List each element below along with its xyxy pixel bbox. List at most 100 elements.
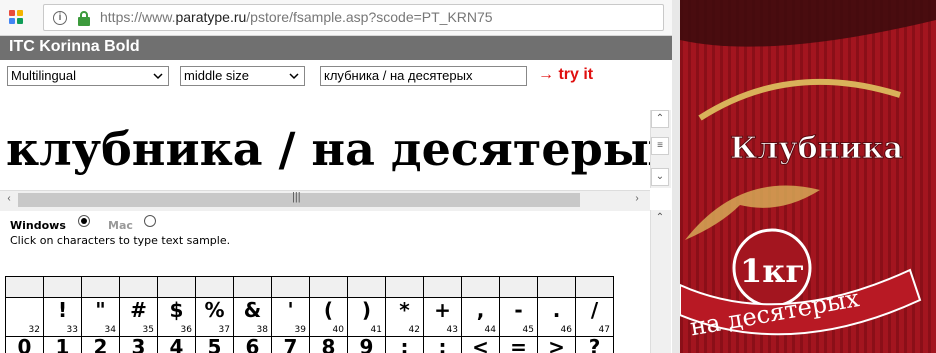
char-glyph: ! [57, 298, 68, 322]
size-select-value: middle size [184, 68, 250, 83]
char-code: 46 [560, 325, 572, 335]
grid-vertical-scrollbar[interactable]: ⌃ [650, 210, 671, 353]
char-cell[interactable]: #35 [119, 297, 158, 337]
char-cell[interactable]: 2 [81, 335, 120, 353]
char-cell[interactable]: = [499, 335, 538, 353]
char-glyph: $ [169, 298, 184, 322]
char-cell[interactable]: / 47 [575, 297, 614, 337]
horizontal-scroll-thumb[interactable]: ||| [18, 191, 580, 207]
size-select[interactable]: middle size [180, 66, 305, 86]
char-glyph: 0 [17, 335, 32, 353]
char-glyph: ; [438, 335, 447, 353]
grid-header-cell [195, 276, 234, 298]
char-glyph: " [95, 298, 106, 322]
scroll-thumb-grip-icon[interactable]: ≡ [651, 137, 669, 155]
apps-grid-icon[interactable] [9, 10, 23, 24]
char-code: 33 [66, 325, 78, 335]
sample-text-input[interactable]: клубника / на десятерых [320, 66, 527, 86]
char-code: 32 [28, 325, 40, 335]
mac-label: Mac [108, 219, 133, 232]
url-field[interactable]: i https://www.paratype.ru/pstore/fsample… [43, 4, 664, 31]
char-cell[interactable]: & 38 [233, 297, 272, 337]
char-cell[interactable]: * 42 [385, 297, 424, 337]
char-cell[interactable]: ; [423, 335, 462, 353]
char-cell[interactable]: (40 [309, 297, 348, 337]
char-glyph: ( [323, 298, 334, 322]
grid-header-cell [43, 276, 82, 298]
char-cell[interactable]: ) 41 [347, 297, 386, 337]
grid-header-cell [423, 276, 462, 298]
browser-window: i https://www.paratype.ru/pstore/fsample… [0, 0, 672, 353]
scroll-up-icon[interactable]: ⌃ [651, 110, 669, 128]
char-cell[interactable]: 0 [5, 335, 44, 353]
char-code: 35 [142, 325, 154, 335]
char-cell[interactable]: 32 [5, 297, 44, 337]
char-code: 36 [180, 325, 192, 335]
char-cell[interactable]: ? [575, 335, 614, 353]
window-divider [672, 0, 680, 353]
char-glyph: + [434, 298, 451, 322]
char-glyph: 1 [55, 335, 70, 353]
char-glyph: % [204, 298, 225, 322]
char-glyph: & [243, 298, 262, 322]
char-cell[interactable]: 8 [309, 335, 348, 353]
char-cell[interactable]: 7 [271, 335, 310, 353]
char-cell[interactable]: 5 [195, 335, 234, 353]
preview-vertical-scrollbar[interactable]: ⌃ ≡ ⌄ [650, 110, 671, 188]
char-cell[interactable]: , 44 [461, 297, 500, 337]
char-cell[interactable]: 1 [43, 335, 82, 353]
char-code: 44 [484, 325, 496, 335]
char-cell[interactable]: 6 [233, 335, 272, 353]
grid-header-cell [233, 276, 272, 298]
char-code: 40 [332, 325, 344, 335]
char-cell[interactable]: > [537, 335, 576, 353]
char-glyph: - [514, 298, 523, 322]
windows-radio[interactable] [78, 215, 90, 227]
mac-radio[interactable] [144, 215, 156, 227]
sample-rendered-text: клубника / на десятерых [6, 122, 650, 176]
sample-preview: клубника / на десятерых [0, 110, 650, 190]
char-glyph: ? [588, 335, 601, 353]
char-cell[interactable]: 4 [157, 335, 196, 353]
preview-horizontal-scrollbar[interactable]: ‹ ||| › [0, 190, 650, 211]
char-cell[interactable]: +43 [423, 297, 462, 337]
char-glyph: : [400, 335, 409, 353]
character-grid: 32 ! 33 " 34 #35 $36 % 37 & 38 ' 39 (40 ) 41 *… [5, 276, 614, 353]
char-cell[interactable]: . 46 [537, 297, 576, 337]
info-icon[interactable]: i [53, 11, 67, 25]
char-glyph: = [510, 335, 527, 353]
scroll-down-icon[interactable]: ⌄ [651, 168, 669, 186]
try-it-link[interactable]: → try it [538, 66, 593, 84]
package-illustration: Клубника 1кг на десятерых [680, 0, 936, 353]
char-glyph: 9 [359, 335, 374, 353]
product-name: Клубника [730, 131, 903, 166]
windows-label: Windows [10, 219, 66, 232]
scroll-right-icon[interactable]: › [628, 191, 646, 209]
scroll-left-icon[interactable]: ‹ [0, 191, 18, 209]
char-cell[interactable]: ! 33 [43, 297, 82, 337]
char-cell[interactable]: % 37 [195, 297, 234, 337]
char-code: 41 [370, 325, 382, 335]
char-glyph: 5 [207, 335, 222, 353]
url-domain: paratype.ru [175, 9, 247, 25]
char-glyph: 7 [283, 335, 298, 353]
grid-header-cell [309, 276, 348, 298]
chevron-down-icon [153, 73, 163, 80]
char-cell[interactable]: < [461, 335, 500, 353]
char-cell[interactable]: ' 39 [271, 297, 310, 337]
char-glyph: * [399, 298, 410, 322]
char-glyph: 6 [245, 335, 260, 353]
weight-label: 1кг [740, 252, 805, 290]
char-cell[interactable]: - 45 [499, 297, 538, 337]
char-cell[interactable]: " 34 [81, 297, 120, 337]
char-glyph: . [552, 298, 561, 322]
char-cell[interactable]: 9 [347, 335, 386, 353]
grid-header-cell [271, 276, 310, 298]
charset-select[interactable]: Multilingual [7, 66, 169, 86]
char-cell[interactable]: $36 [157, 297, 196, 337]
char-cell[interactable]: 3 [119, 335, 158, 353]
char-cell[interactable]: : [385, 335, 424, 353]
scroll-up-icon[interactable]: ⌃ [651, 210, 669, 228]
address-bar: i https://www.paratype.ru/pstore/fsample… [0, 0, 672, 36]
char-glyph: > [548, 335, 565, 353]
